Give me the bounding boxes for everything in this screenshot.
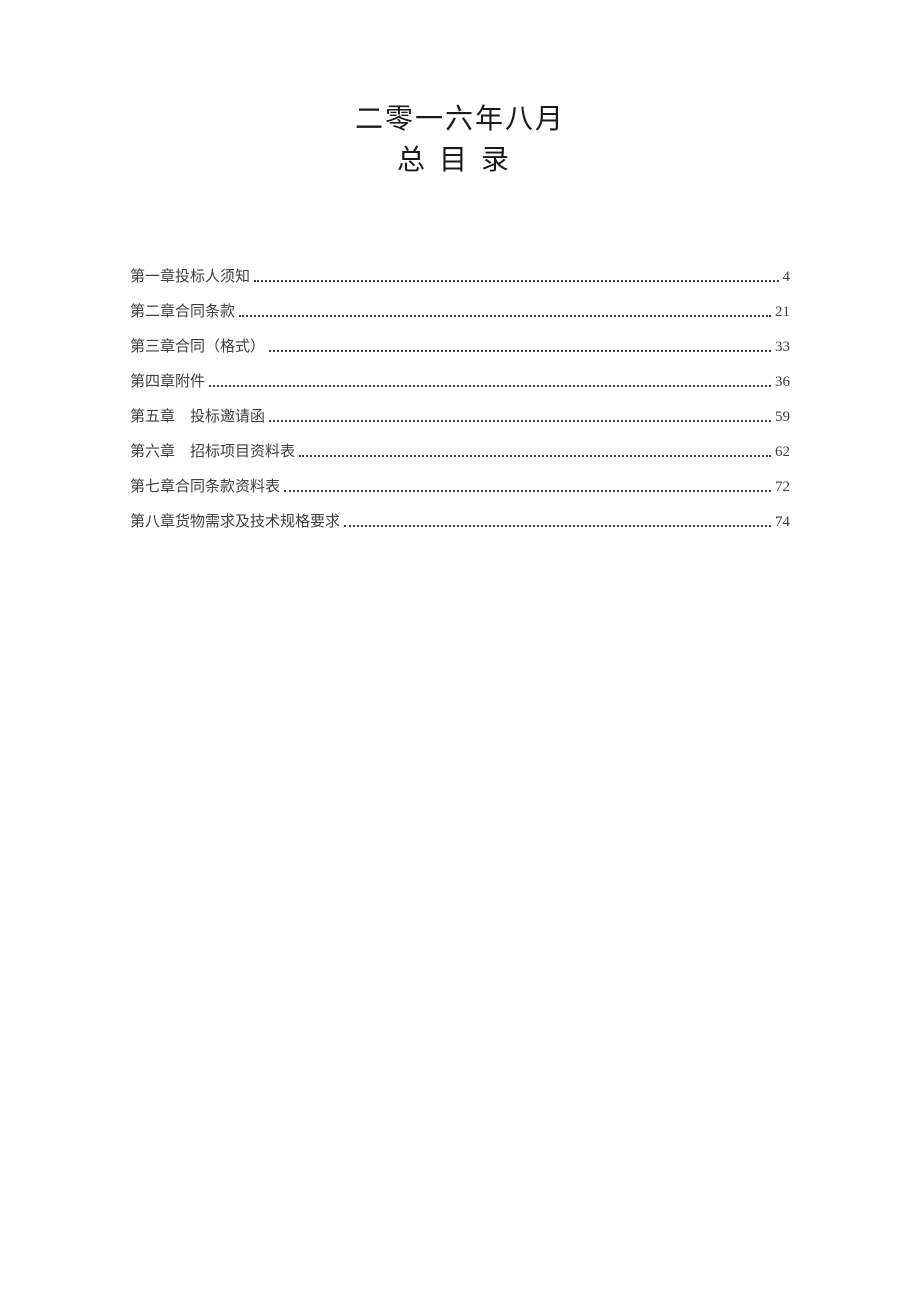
toc-entry: 第五章 投标邀请函 59 (130, 410, 790, 425)
table-of-contents: 第一章投标人须知 4 第二章合同条款 21 第三章合同（格式） 33 第四章附件… (130, 270, 790, 530)
toc-entry-label: 第五章 投标邀请函 (130, 410, 265, 425)
toc-entry-page: 72 (775, 480, 790, 495)
toc-leader-dots (299, 455, 771, 457)
toc-entry-page: 33 (775, 340, 790, 355)
toc-entry-page: 36 (775, 375, 790, 390)
toc-entry: 第二章合同条款 21 (130, 305, 790, 320)
toc-entry: 第四章附件 36 (130, 375, 790, 390)
toc-entry-label: 第一章投标人须知 (130, 270, 250, 285)
toc-entry: 第八章货物需求及技术规格要求 74 (130, 515, 790, 530)
toc-entry-label: 第六章 招标项目资料表 (130, 445, 295, 460)
toc-entry: 第六章 招标项目资料表 62 (130, 445, 790, 460)
toc-entry-label: 第八章货物需求及技术规格要求 (130, 515, 340, 530)
toc-leader-dots (254, 280, 778, 282)
toc-leader-dots (269, 350, 771, 352)
toc-entry-page: 74 (775, 515, 790, 530)
toc-entry-page: 21 (775, 305, 790, 320)
title-date: 二零一六年八月 (130, 100, 790, 139)
toc-leader-dots (344, 525, 771, 527)
toc-entry-page: 59 (775, 410, 790, 425)
toc-leader-dots (209, 385, 771, 387)
toc-leader-dots (284, 490, 771, 492)
toc-entry-label: 第二章合同条款 (130, 305, 235, 320)
toc-entry-page: 4 (783, 270, 791, 285)
toc-entry-label: 第三章合同（格式） (130, 340, 265, 355)
toc-leader-dots (269, 420, 771, 422)
toc-entry-page: 62 (775, 445, 790, 460)
document-page: 二零一六年八月 总目录 第一章投标人须知 4 第二章合同条款 21 第三章合同（… (0, 0, 920, 530)
title-block: 二零一六年八月 总目录 (130, 100, 790, 180)
toc-entry: 第三章合同（格式） 33 (130, 340, 790, 355)
toc-leader-dots (239, 315, 771, 317)
toc-entry-label: 第四章附件 (130, 375, 205, 390)
toc-entry-label: 第七章合同条款资料表 (130, 480, 280, 495)
toc-entry: 第七章合同条款资料表 72 (130, 480, 790, 495)
title-toc: 总目录 (130, 141, 790, 180)
toc-entry: 第一章投标人须知 4 (130, 270, 790, 285)
